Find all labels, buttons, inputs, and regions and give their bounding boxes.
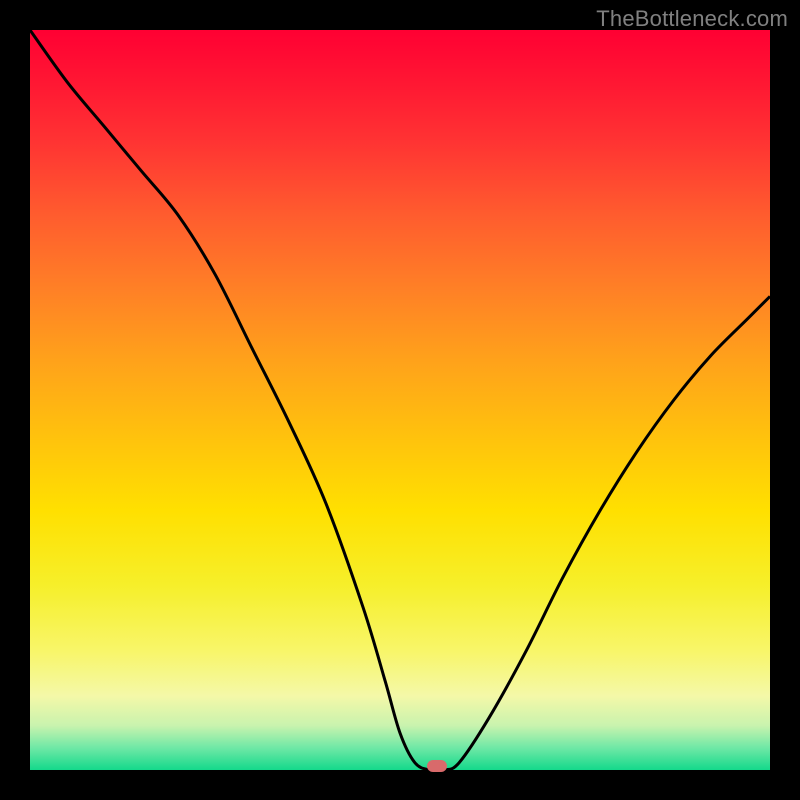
minimum-marker bbox=[427, 760, 447, 772]
bottleneck-curve bbox=[30, 30, 770, 770]
chart-frame: TheBottleneck.com bbox=[0, 0, 800, 800]
curve-path bbox=[30, 30, 770, 770]
watermark-text: TheBottleneck.com bbox=[596, 6, 788, 32]
plot-area bbox=[30, 30, 770, 770]
